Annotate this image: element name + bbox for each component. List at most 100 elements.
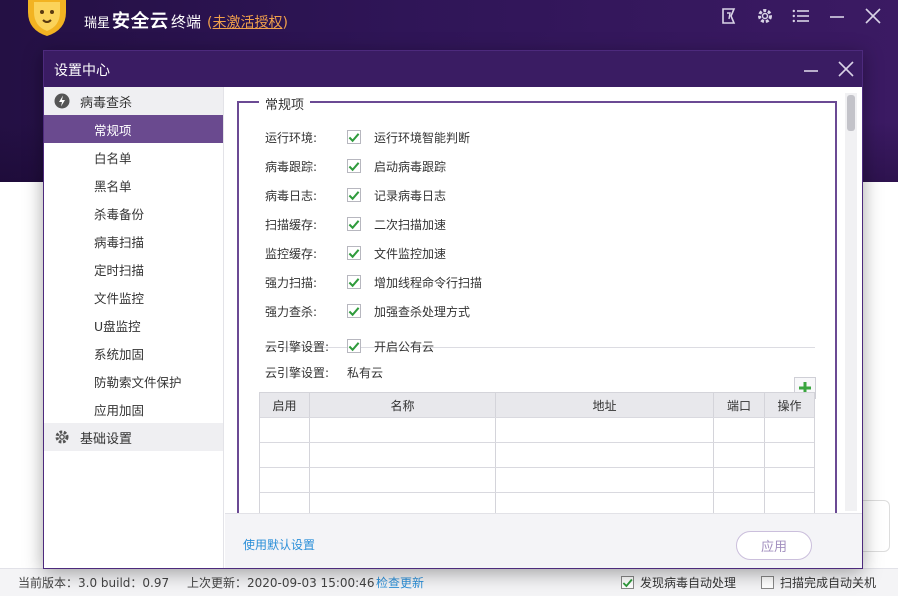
setting-option: 运行环境智能判断 [374,130,471,145]
auto-shutdown-label: 扫描完成自动关机 [780,576,877,590]
check-icon [348,277,360,287]
menu-icon[interactable] [784,4,818,28]
check-update-link[interactable]: 检查更新 [376,574,424,591]
sidebar-group-virus-label: 病毒查杀 [80,95,133,111]
skin-icon[interactable] [712,4,746,28]
minimize-icon[interactable] [820,4,854,28]
setting-checkbox[interactable] [347,246,361,260]
table-row [260,493,814,513]
auto-handle-option[interactable]: 发现病毒自动处理 [621,574,736,591]
check-icon [348,306,360,316]
dialog-title: 设置中心 [54,63,110,79]
setting-label: 强力查杀: [265,304,318,319]
setting-option: 增加线程命令行扫描 [374,275,483,290]
sidebar-group-basic[interactable]: 基础设置 [44,423,223,451]
apply-button[interactable]: 应用 [736,531,812,560]
dialog-footer: 使用默认设置 应用 [225,513,862,568]
sidebar-item-ransomware[interactable]: 防勒索文件保护 [44,367,223,395]
setting-option: 启动病毒跟踪 [374,159,447,174]
public-cloud-option: 开启公有云 [374,339,435,354]
license-status[interactable]: (未激活授权) [207,12,288,32]
lion-logo-icon [24,0,70,36]
auto-shutdown-option[interactable]: 扫描完成自动关机 [761,574,876,591]
brand-small: 瑞星 [84,16,111,31]
license-close: ) [282,15,288,31]
section-legend: 常规项 [259,94,311,113]
sidebar-item-usb-monitor[interactable]: U盘监控 [44,311,223,339]
sidebar-item-backup[interactable]: 杀毒备份 [44,199,223,227]
auto-handle-checkbox[interactable] [621,576,634,589]
brand-sub: 终端 [171,13,202,31]
sidebar-group-basic-label: 基础设置 [80,431,133,447]
check-icon [348,219,360,229]
setting-label: 强力扫描: [265,275,318,290]
license-link[interactable]: 未激活授权 [213,15,283,31]
check-icon [348,132,360,142]
cloud-private-label: 云引擎设置: [265,365,330,380]
public-cloud-checkbox[interactable] [347,339,361,353]
setting-label: 病毒日志: [265,188,318,203]
setting-row: 病毒日志: 记录病毒日志 [265,185,446,205]
scrollbar-thumb[interactable] [847,95,855,131]
setting-option: 二次扫描加速 [374,217,447,232]
setting-checkbox[interactable] [347,275,361,289]
gear-icon [54,429,70,445]
close-icon[interactable] [856,4,890,28]
background-panel [862,500,890,552]
setting-row: 运行环境: 运行环境智能判断 [265,127,470,147]
dialog-titlebar[interactable]: 设置中心 [44,51,862,87]
check-icon [348,341,360,351]
check-icon [348,248,360,258]
sidebar-item-app-hardening[interactable]: 应用加固 [44,395,223,423]
sidebar-item-blacklist[interactable]: 黑名单 [44,171,223,199]
sidebar-item-scheduled-scan[interactable]: 定时扫描 [44,255,223,283]
setting-checkbox[interactable] [347,130,361,144]
setting-row: 病毒跟踪: 启动病毒跟踪 [265,156,446,176]
dialog-minimize-icon[interactable] [796,55,826,83]
app-title: 瑞星 安全云 终端 (未激活授权) [84,7,288,32]
settings-sidebar: 病毒查杀 常规项 白名单 黑名单 杀毒备份 病毒扫描 定时扫描 文件监控 U盘监… [44,87,224,568]
table-row [260,418,814,443]
sidebar-item-whitelist[interactable]: 白名单 [44,143,223,171]
col-actions: 操作 [777,398,802,413]
setting-row: 强力扫描: 增加线程命令行扫描 [265,272,482,292]
brand-big: 安全云 [112,11,170,32]
version-text: 当前版本：3.0 build：0.97 [18,576,170,590]
table-row [260,443,814,468]
setting-option: 加强查杀处理方式 [374,304,471,319]
status-bar: 当前版本：3.0 build：0.97 上次更新：2020-09-03 15:0… [0,568,898,596]
window-controls [712,4,890,28]
sidebar-item-file-monitor[interactable]: 文件监控 [44,283,223,311]
setting-option: 记录病毒日志 [374,188,447,203]
private-cloud-table: 启用 名称 地址 端口 操作 [259,392,815,513]
setting-checkbox[interactable] [347,304,361,318]
dialog-close-icon[interactable] [831,55,861,83]
setting-label: 运行环境: [265,130,318,145]
lightning-icon [54,93,70,109]
setting-checkbox[interactable] [347,188,361,202]
setting-label: 病毒跟踪: [265,159,318,174]
setting-label: 扫描缓存: [265,217,318,232]
setting-checkbox[interactable] [347,217,361,231]
sidebar-item-general[interactable]: 常规项 [44,115,223,143]
settings-content: 常规项 运行环境: 运行环境智能判断 病毒跟踪: 启动病毒跟踪 病毒日志: 记录… [225,87,861,531]
cloud-private-row: 云引擎设置: 私有云 [265,362,383,382]
sidebar-group-virus[interactable]: 病毒查杀 [44,87,223,115]
table-header: 启用 名称 地址 端口 操作 [260,393,814,418]
auto-handle-label: 发现病毒自动处理 [640,576,737,590]
restore-defaults-link[interactable]: 使用默认设置 [243,536,315,553]
col-address: 地址 [496,393,714,417]
setting-row: 扫描缓存: 二次扫描加速 [265,214,446,234]
col-enable: 启用 [260,393,310,417]
sidebar-item-scan[interactable]: 病毒扫描 [44,227,223,255]
auto-shutdown-checkbox[interactable] [761,576,774,589]
setting-checkbox[interactable] [347,159,361,173]
check-icon [348,190,360,200]
check-icon [622,578,633,587]
sidebar-item-system-hardening[interactable]: 系统加固 [44,339,223,367]
setting-label: 监控缓存: [265,246,318,261]
content-scrollbar[interactable] [845,93,857,511]
setting-row: 强力查杀: 加强查杀处理方式 [265,301,470,321]
gear-icon[interactable] [748,4,782,28]
col-name: 名称 [310,393,496,417]
